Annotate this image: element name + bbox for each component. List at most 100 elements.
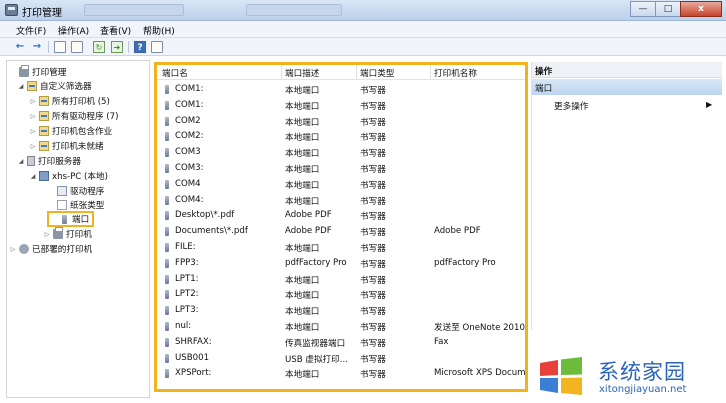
port-icon	[165, 100, 169, 110]
filter-icon	[39, 96, 49, 106]
table-row[interactable]: COM1: 本地端口 书写器	[157, 98, 525, 114]
menu-help[interactable]: 帮助(H)	[143, 24, 175, 37]
refresh-icon[interactable]: ↻	[93, 41, 105, 53]
expand-toggle[interactable]: ▷	[9, 246, 17, 253]
driver-icon	[57, 186, 67, 196]
tree-item-print-servers[interactable]: ◢ 打印服务器	[17, 154, 81, 168]
port-name-cell: LPT3:	[175, 305, 199, 316]
table-row[interactable]: FPP3: pdfFactory Pro 书写器 pdfFactory Pro	[157, 256, 525, 272]
tree-item-printers-not-ready[interactable]: ▷ 打印机未就绪	[29, 139, 104, 153]
title-bar: 打印管理 — □ x	[0, 0, 726, 21]
tree-item-custom-filters[interactable]: ◢ 自定义筛选器	[17, 79, 92, 93]
table-row[interactable]: SHRFAX: 传真监视器端口 书写器 Fax	[157, 335, 525, 351]
tree-item-all-drivers[interactable]: ▷ 所有驱动程序 (7)	[29, 109, 118, 123]
table-row[interactable]: COM2 本地端口 书写器	[157, 114, 525, 130]
port-icon	[165, 258, 169, 268]
window-title: 打印管理	[22, 8, 62, 19]
tree-item-local-server[interactable]: ◢ xhs-PC (本地)	[29, 169, 108, 183]
forward-arrow-icon[interactable]: →	[31, 41, 43, 53]
column-divider[interactable]	[356, 65, 357, 79]
port-description-cell: 本地端口	[285, 370, 320, 381]
port-type-cell: 书写器	[360, 291, 386, 302]
port-type-cell: 书写器	[360, 212, 386, 223]
port-name-cell: FPP3:	[175, 257, 199, 268]
port-description-cell: 本地端口	[285, 101, 320, 112]
menu-file[interactable]: 文件(F)	[16, 24, 46, 37]
tree-item-print-management[interactable]: 打印管理	[9, 65, 66, 79]
expand-toggle[interactable]: ◢	[29, 173, 37, 180]
expand-toggle[interactable]: ◢	[17, 158, 25, 165]
table-row[interactable]: USB001 USB 虚拟打印... 书写器	[157, 351, 525, 367]
export-list-icon[interactable]: ➜	[111, 41, 123, 53]
up-folder-icon[interactable]	[54, 41, 66, 53]
blurred-tab	[84, 4, 184, 16]
port-name-cell: FILE:	[175, 242, 196, 252]
more-actions-link[interactable]: 更多操作	[554, 100, 588, 112]
tree-item-drivers[interactable]: 驱动程序	[47, 184, 104, 198]
help-icon[interactable]: ?	[134, 41, 146, 53]
navigation-tree: 打印管理 ◢ 自定义筛选器 ▷ 所有打印机 (5) ▷ 所有驱动程序 (7) ▷…	[6, 60, 150, 398]
form-icon	[57, 200, 67, 210]
column-header-description[interactable]: 端口描述	[285, 67, 319, 79]
table-row[interactable]: COM1: 本地端口 书写器	[157, 82, 525, 98]
menu-view[interactable]: 查看(V)	[100, 24, 131, 37]
table-row[interactable]: Documents\*.pdf Adobe PDF 书写器 Adobe PDF	[157, 224, 525, 240]
port-type-cell: 书写器	[360, 149, 386, 160]
actions-header: 操作	[532, 62, 722, 78]
column-divider[interactable]	[430, 65, 431, 79]
table-row[interactable]: COM4: 本地端口 书写器	[157, 193, 525, 209]
port-description-cell: Adobe PDF	[285, 210, 332, 221]
port-icon	[165, 85, 169, 94]
watermark-url: xitongjiayuan.net	[599, 384, 687, 395]
printer-name-cell: Microsoft XPS Document Writer	[434, 368, 526, 379]
port-description-cell: 本地端口	[285, 86, 320, 96]
expand-toggle[interactable]: ▷	[29, 113, 37, 120]
port-name-cell: SHRFAX:	[175, 336, 212, 347]
expand-toggle[interactable]: ◢	[17, 83, 25, 90]
close-button[interactable]: x	[680, 1, 722, 17]
table-row[interactable]: nul: 本地端口 书写器 发送至 OneNote 2010	[157, 319, 525, 335]
table-row[interactable]: LPT3: 本地端口 书写器	[157, 303, 525, 319]
tree-item-ports[interactable]: 端口	[47, 211, 95, 227]
back-arrow-icon[interactable]: ←	[14, 41, 26, 53]
port-description-cell: 本地端口	[285, 133, 320, 144]
column-header-port-name[interactable]: 端口名	[162, 67, 188, 79]
column-header-printer-name[interactable]: 打印机名称	[434, 67, 477, 79]
column-divider[interactable]	[281, 65, 282, 79]
expand-toggle[interactable]: ▷	[29, 128, 37, 135]
table-row[interactable]: LPT2: 本地端口 书写器	[157, 287, 525, 303]
menu-action[interactable]: 操作(A)	[58, 24, 89, 37]
table-row[interactable]: COM3: 本地端口 书写器	[157, 161, 525, 177]
show-hide-tree-icon[interactable]	[71, 41, 83, 53]
table-row[interactable]: COM4 本地端口 书写器	[157, 177, 525, 193]
tree-item-all-printers[interactable]: ▷ 所有打印机 (5)	[29, 94, 110, 108]
expand-toggle[interactable]: ▷	[29, 143, 37, 150]
table-row[interactable]: FILE: 本地端口 书写器	[157, 240, 525, 256]
port-icon	[165, 322, 169, 331]
tree-item-printers[interactable]: ▷ 打印机	[43, 227, 92, 241]
more-actions-arrow-icon[interactable]: ▶	[706, 100, 712, 109]
column-header-type[interactable]: 端口类型	[360, 67, 394, 79]
expand-toggle[interactable]: ▷	[43, 231, 51, 238]
port-type-cell: 书写器	[360, 228, 386, 239]
table-row[interactable]: COM2: 本地端口 书写器	[157, 129, 525, 145]
table-row[interactable]: XPSPort: 本地端口 书写器 Microsoft XPS Document Wr…	[157, 366, 525, 382]
table-row[interactable]: Desktop\*.pdf Adobe PDF 书写器	[157, 208, 525, 224]
port-type-cell: 书写器	[360, 133, 386, 144]
tree-item-deployed-printers[interactable]: ▷ 已部署的打印机	[9, 242, 92, 256]
tree-item-printers-with-jobs[interactable]: ▷ 打印机包含作业	[29, 124, 112, 138]
port-name-cell: COM3:	[175, 163, 204, 173]
table-row[interactable]: COM3 本地端口 书写器	[157, 145, 525, 161]
port-icon	[165, 353, 169, 363]
table-row[interactable]: LPT1: 本地端口 书写器	[157, 272, 525, 288]
port-icon	[165, 243, 169, 252]
show-hide-action-pane-icon[interactable]	[151, 41, 163, 53]
tree-item-forms[interactable]: 纸张类型	[47, 198, 104, 212]
port-name-cell: Desktop\*.pdf	[175, 210, 235, 221]
port-name-cell: LPT2:	[175, 289, 199, 300]
actions-section-ports[interactable]: 端口	[532, 79, 722, 95]
maximize-button[interactable]: □	[655, 1, 681, 17]
minimize-button[interactable]: —	[630, 1, 656, 17]
expand-toggle[interactable]: ▷	[29, 98, 37, 105]
port-icon	[165, 227, 169, 237]
